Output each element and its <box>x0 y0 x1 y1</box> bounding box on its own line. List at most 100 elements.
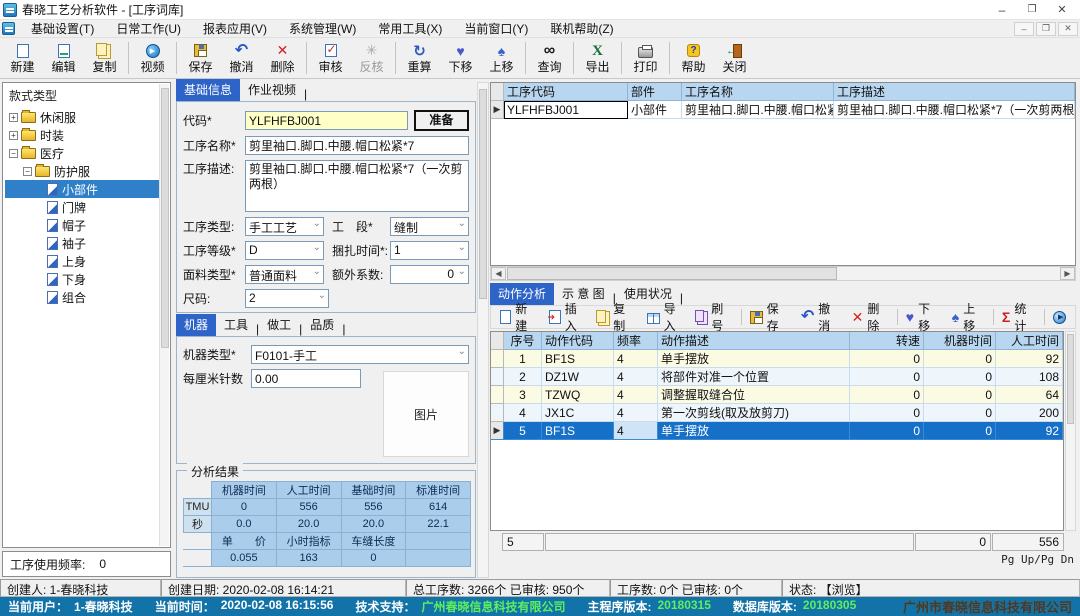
tree-item-hat[interactable]: 帽子 <box>5 216 168 234</box>
process-type-select[interactable]: 手工工艺 <box>245 217 324 236</box>
tree-item-lower-body[interactable]: 下身 <box>5 270 168 288</box>
machine-type-label: 机器类型* <box>183 346 251 363</box>
help-button[interactable]: 帮助 <box>673 39 714 77</box>
scroll-thumb[interactable] <box>507 267 837 280</box>
tree-item-upper-body[interactable]: 上身 <box>5 252 168 270</box>
query-button[interactable]: 查询 <box>529 39 570 77</box>
action-row[interactable]: 3 TZWQ 4 调整握取缝合位 0 0 64 <box>491 386 1063 404</box>
tree-item-protective[interactable]: −防护服 <box>5 162 168 180</box>
restore-button[interactable] <box>1017 1 1047 19</box>
extra-factor-select[interactable]: 0 <box>390 265 469 284</box>
col-seq[interactable]: 序号 <box>504 332 542 350</box>
action-copy-button[interactable]: 复制 <box>593 307 642 327</box>
collapse-icon[interactable]: − <box>9 149 18 158</box>
copy-button[interactable]: 复制 <box>84 39 125 77</box>
tree-item-casual[interactable]: +休闲服 <box>5 108 168 126</box>
menu-system[interactable]: 系统管理(W) <box>278 20 367 38</box>
export-button[interactable]: 导出 <box>577 39 618 77</box>
scroll-right-icon[interactable]: ▶ <box>1060 267 1075 280</box>
grade-select[interactable]: D <box>245 241 324 260</box>
action-play-button[interactable] <box>1047 307 1072 327</box>
move-up-button[interactable]: 上移 <box>481 39 522 77</box>
tab-tool[interactable]: 工具 <box>216 314 256 336</box>
exit-button[interactable]: 关闭 <box>714 39 755 77</box>
tree-item-combo[interactable]: 组合 <box>5 288 168 306</box>
menu-basic-settings[interactable]: 基础设置(T) <box>20 20 105 38</box>
action-insert-button[interactable]: 插入 <box>543 307 592 327</box>
save-button[interactable]: 保存 <box>180 39 221 77</box>
expand-icon[interactable]: + <box>9 131 18 140</box>
action-renumber-button[interactable]: 刷号 <box>692 307 740 327</box>
mdi-restore-button[interactable] <box>1036 22 1056 36</box>
prepare-button[interactable]: 准备 <box>414 110 469 131</box>
code-input[interactable]: YLFHFBJ001 <box>245 111 408 130</box>
action-row[interactable]: 4 JX1C 4 第一次剪线(取及放剪刀) 0 0 200 <box>491 404 1063 422</box>
print-button[interactable]: 打印 <box>625 39 666 77</box>
action-move-up-button[interactable]: 上移 <box>946 307 991 327</box>
menu-tools[interactable]: 常用工具(X) <box>367 20 453 38</box>
action-save-button[interactable]: 保存 <box>744 307 794 327</box>
move-down-button[interactable]: 下移 <box>440 39 481 77</box>
action-import-button[interactable]: 导入 <box>641 307 691 327</box>
stitch-count-input[interactable]: 0.00 <box>251 369 361 388</box>
tree-item-sleeve[interactable]: 袖子 <box>5 234 168 252</box>
recalc-button[interactable]: 重算 <box>399 39 440 77</box>
delete-button[interactable]: 删除 <box>262 39 303 77</box>
mdi-minimize-button[interactable] <box>1014 22 1034 36</box>
menu-reports[interactable]: 报表应用(V) <box>192 20 278 38</box>
col-action-desc[interactable]: 动作描述 <box>658 332 850 350</box>
action-row-selected[interactable]: ▶ 5 BF1S 4 单手摆放 0 0 92 <box>491 422 1063 440</box>
col-machine-time[interactable]: 机器时间 <box>924 332 996 350</box>
tree-item-doorplate[interactable]: 门牌 <box>5 198 168 216</box>
expand-icon[interactable]: + <box>9 113 18 122</box>
col-labor-time[interactable]: 人工时间 <box>996 332 1063 350</box>
menu-help[interactable]: 联机帮助(Z) <box>539 20 624 38</box>
stage-select[interactable]: 缝制 <box>390 217 469 236</box>
action-new-button[interactable]: 新建 <box>494 307 543 327</box>
audit-button[interactable]: 审核 <box>310 39 351 77</box>
process-grid-hscrollbar[interactable]: ◀ ▶ <box>490 266 1076 281</box>
process-row[interactable]: ▶ YLFHFBJ001 小部件 剪里袖口.脚口.中腰.帽口松紧*7 剪里袖口.… <box>491 101 1075 119</box>
col-process-name[interactable]: 工序名称 <box>682 83 834 101</box>
size-select[interactable]: 2 <box>245 289 329 308</box>
collapse-icon[interactable]: − <box>23 167 32 176</box>
tree-item-medical[interactable]: −医疗 <box>5 144 168 162</box>
minimize-button[interactable] <box>987 1 1017 19</box>
col-part[interactable]: 部件 <box>628 83 682 101</box>
tree-item-fashion[interactable]: +时装 <box>5 126 168 144</box>
col-speed[interactable]: 转速 <box>850 332 924 350</box>
scroll-left-icon[interactable]: ◀ <box>491 267 506 280</box>
close-button[interactable] <box>1047 1 1077 19</box>
process-desc-textarea[interactable]: 剪里袖口.脚口.中腰.帽口松紧*7（一次剪两根） <box>245 160 469 212</box>
action-grid-vscrollbar[interactable] <box>1065 331 1076 531</box>
tab-workmanship[interactable]: 做工 <box>259 314 299 336</box>
process-name-input[interactable]: 剪里袖口.脚口.中腰.帽口松紧*7 <box>245 136 469 155</box>
menu-current-window[interactable]: 当前窗口(Y) <box>453 20 539 38</box>
tree-scrollbar[interactable] <box>159 84 169 546</box>
col-process-code[interactable]: 工序代码 <box>504 83 628 101</box>
bundle-time-select[interactable]: 1 <box>390 241 469 260</box>
tab-basic-info[interactable]: 基础信息 <box>176 79 240 101</box>
menu-daily-work[interactable]: 日常工作(U) <box>105 20 192 38</box>
col-frequency[interactable]: 频率 <box>614 332 658 350</box>
col-process-desc[interactable]: 工序描述 <box>834 83 1075 101</box>
edit-button[interactable]: 编辑 <box>43 39 84 77</box>
tree-item-small-parts[interactable]: 小部件 <box>5 180 168 198</box>
action-undo-button[interactable]: 撤消 <box>795 307 846 327</box>
video-button[interactable]: 视频 <box>132 39 173 77</box>
action-row[interactable]: 1 BF1S 4 单手摆放 0 0 92 <box>491 350 1063 368</box>
center-scrollbar[interactable] <box>477 82 489 578</box>
undo-button[interactable]: 撤消 <box>221 39 262 77</box>
tab-machine[interactable]: 机器 <box>176 314 216 336</box>
new-button[interactable]: 新建 <box>2 39 43 77</box>
tab-work-video[interactable]: 作业视频 <box>240 79 304 101</box>
tab-quality[interactable]: 品质 <box>302 314 342 336</box>
col-action-code[interactable]: 动作代码 <box>542 332 614 350</box>
action-move-down-button[interactable]: 下移 <box>900 307 946 327</box>
mdi-close-button[interactable] <box>1058 22 1078 36</box>
fabric-type-select[interactable]: 普通面料 <box>245 265 324 284</box>
machine-type-select[interactable]: F0101-手工 <box>251 345 469 364</box>
action-row[interactable]: 2 DZ1W 4 将部件对准一个位置 0 0 108 <box>491 368 1063 386</box>
action-stats-button[interactable]: 统计 <box>996 307 1042 327</box>
action-delete-button[interactable]: 删除 <box>846 307 895 327</box>
